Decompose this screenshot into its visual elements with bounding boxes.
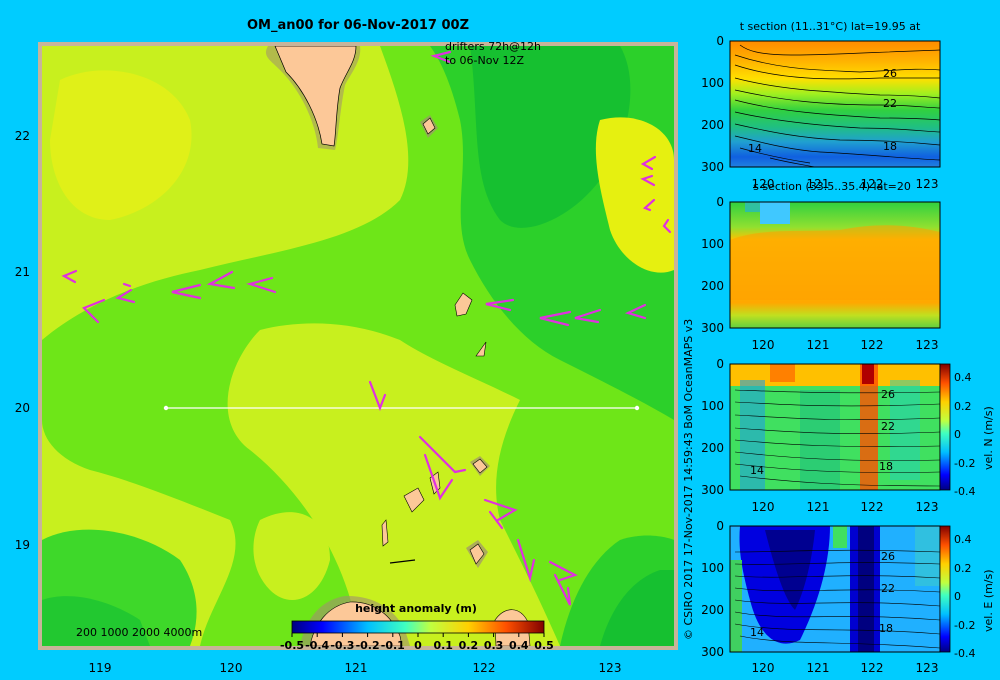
map-field <box>42 46 674 646</box>
colorbar-tick-label: 0.3 <box>484 639 504 652</box>
ve-cb-tick: 0 <box>954 590 961 603</box>
ve-contour-label: 22 <box>881 582 895 595</box>
colorbar-tick-label: 0.4 <box>509 639 529 652</box>
vn-y-tick: 100 <box>701 399 724 413</box>
t-section-title: t section (11..31°C) lat=19.95 at <box>740 20 921 33</box>
map-y-tick: 21 <box>15 265 30 279</box>
ve-contour-label: 26 <box>881 550 895 563</box>
ve-y-tick: 200 <box>701 603 724 617</box>
t-y-tick: 200 <box>701 118 724 132</box>
t-contour-label: 22 <box>883 97 897 110</box>
vn-cb-label: vel. N (m/s) <box>982 406 995 470</box>
colorbar-tick-label: 0.2 <box>459 639 479 652</box>
ve-x-tick: 121 <box>807 661 830 675</box>
s-section-panel: 0 100 200 300 120 121 122 123 <box>701 195 941 352</box>
vn-cb-tick: 0.2 <box>954 400 972 413</box>
map-x-tick: 121 <box>345 661 368 675</box>
colorbar-title: height anomaly (m) <box>355 602 477 615</box>
t-contour-label: 26 <box>883 67 897 80</box>
ve-cb-tick: -0.4 <box>954 647 975 660</box>
vn-contour-label: 14 <box>750 464 764 477</box>
map-x-tick: 123 <box>599 661 622 675</box>
ve-x-tick: 120 <box>752 661 775 675</box>
s-x-tick: 120 <box>752 338 775 352</box>
ve-y-tick: 0 <box>716 519 724 533</box>
map-y-axis: 22 21 20 19 <box>15 129 30 552</box>
ve-cb-tick: 0.4 <box>954 533 972 546</box>
map-x-tick: 122 <box>473 661 496 675</box>
vn-x-tick: 120 <box>752 500 775 514</box>
colorbar-tick-label: -0.1 <box>381 639 405 652</box>
colorbar-tick-label: -0.5 <box>280 639 304 652</box>
t-section-panel: 26 22 18 14 0 100 200 300 120 121 122 12… <box>701 34 941 191</box>
s-y-tick: 0 <box>716 195 724 209</box>
ve-x-tick: 123 <box>916 661 939 675</box>
drifters-note-line1: drifters 72h@12h <box>445 40 541 53</box>
vn-y-tick: 200 <box>701 441 724 455</box>
vn-contour-label: 18 <box>879 460 893 473</box>
ve-contour-label: 14 <box>750 626 764 639</box>
map-y-tick: 19 <box>15 538 30 552</box>
colorbar-tick-label: 0.1 <box>433 639 453 652</box>
t-contour-label: 14 <box>748 142 762 155</box>
t-x-tick: 123 <box>916 177 939 191</box>
map-y-tick: 22 <box>15 129 30 143</box>
s-section-title: s section (33.5..35.4) lat=20 <box>753 180 911 193</box>
vn-y-tick: 0 <box>716 357 724 371</box>
t-y-tick: 100 <box>701 76 724 90</box>
ve-cb-tick: 0.2 <box>954 562 972 575</box>
map-y-tick: 20 <box>15 401 30 415</box>
colorbar-tick-label: -0.3 <box>330 639 354 652</box>
s-y-tick: 300 <box>701 321 724 335</box>
ve-contour-label: 18 <box>879 622 893 635</box>
drifters-note-line2: to 06-Nov 12Z <box>445 54 524 67</box>
t-y-tick: 0 <box>716 34 724 48</box>
depth-legend: 200 1000 2000 4000m <box>76 626 202 639</box>
vn-x-tick: 122 <box>861 500 884 514</box>
figure: OM_an00 for 06-Nov-2017 00Z drifters 72h… <box>15 18 995 675</box>
vn-cb-tick: 0 <box>954 428 961 441</box>
vn-x-tick: 121 <box>807 500 830 514</box>
copyright-text: © CSIRO 2017 17-Nov-2017 14:59:43 BoM Oc… <box>682 319 695 640</box>
map-x-tick: 119 <box>89 661 112 675</box>
vn-cb-tick: 0.4 <box>954 371 972 384</box>
ve-y-tick: 300 <box>701 645 724 659</box>
ve-cb-tick: -0.2 <box>954 619 975 632</box>
ve-section-panel: 26 22 18 14 0 100 200 300 120 121 122 12… <box>701 519 995 675</box>
vn-contour-label: 26 <box>881 388 895 401</box>
ve-cb-label: vel. E (m/s) <box>982 569 995 632</box>
ve-x-tick: 122 <box>861 661 884 675</box>
s-x-tick: 123 <box>916 338 939 352</box>
colorbar-tick-label: 0.5 <box>534 639 554 652</box>
colorbar-tick-label: -0.4 <box>305 639 329 652</box>
vn-section-panel: 26 22 18 14 0 100 200 300 120 121 122 12… <box>701 357 995 514</box>
vn-cb-tick: -0.4 <box>954 485 975 498</box>
vn-x-tick: 123 <box>916 500 939 514</box>
s-y-tick: 100 <box>701 237 724 251</box>
s-x-tick: 122 <box>861 338 884 352</box>
vn-contour-label: 22 <box>881 420 895 433</box>
map-title: OM_an00 for 06-Nov-2017 00Z <box>247 18 469 33</box>
s-x-tick: 121 <box>807 338 830 352</box>
map-x-tick: 120 <box>220 661 243 675</box>
vn-cb-tick: -0.2 <box>954 457 975 470</box>
vn-y-tick: 300 <box>701 483 724 497</box>
s-y-tick: 200 <box>701 279 724 293</box>
ve-y-tick: 100 <box>701 561 724 575</box>
colorbar-tick-label: 0 <box>414 639 422 652</box>
colorbar-tick-label: -0.2 <box>356 639 380 652</box>
map-x-axis: 119 120 121 122 123 <box>89 661 622 675</box>
t-contour-label: 18 <box>883 140 897 153</box>
t-y-tick: 300 <box>701 160 724 174</box>
